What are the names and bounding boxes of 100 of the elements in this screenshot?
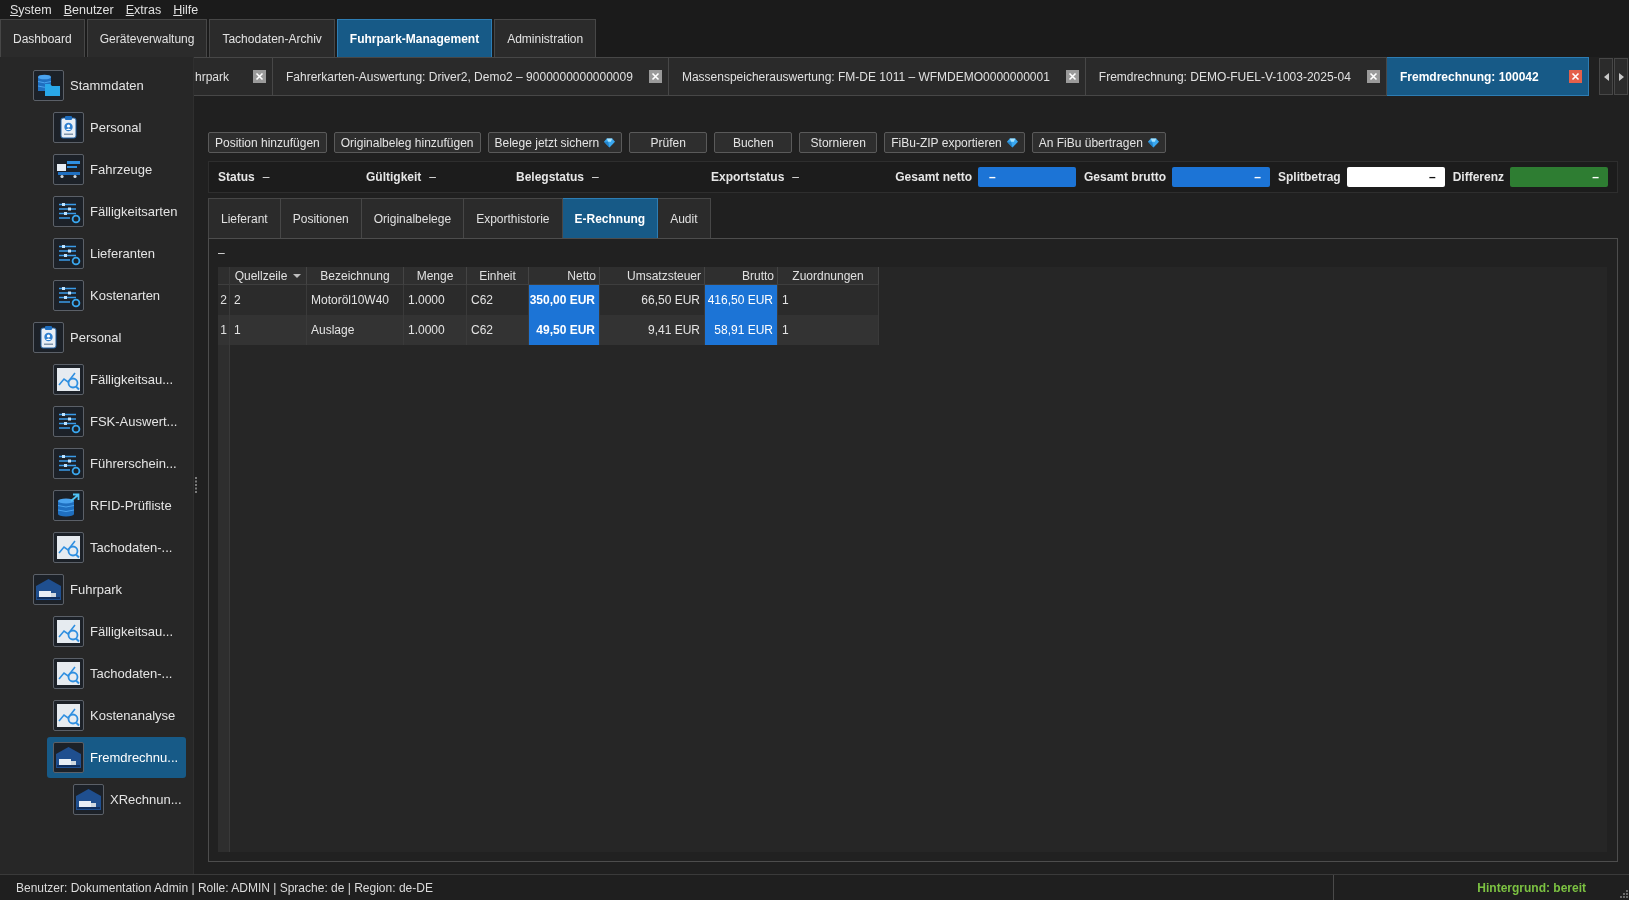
document-tab[interactable]: Fahrerkarten-Auswertung: Driver2, Demo2 – 9000000000000009	[273, 57, 669, 96]
sliders-list-icon	[53, 196, 84, 227]
scroll-tabs-left-button[interactable]	[1599, 58, 1613, 95]
close-icon[interactable]	[1568, 70, 1582, 83]
module-tab[interactable]: Dashboard	[0, 19, 85, 57]
status-value: –	[592, 170, 599, 184]
chart-magnifier-icon	[53, 532, 84, 563]
toolbar-button[interactable]: Belege jetzt sichern	[487, 132, 623, 153]
amount-field: –	[1346, 167, 1445, 187]
toolbar-button[interactable]: Position hinzufügen	[208, 132, 327, 153]
chart-magnifier-icon	[53, 616, 84, 647]
menu-item[interactable]: System	[4, 2, 58, 17]
table-cell: 1	[230, 315, 307, 345]
tree-item[interactable]: Tachodaten-...	[47, 527, 179, 568]
tree-item[interactable]: Tachodaten-...	[47, 653, 179, 694]
module-tab[interactable]: Tachodaten-Archiv	[209, 19, 335, 57]
garage-truck-icon	[73, 784, 104, 815]
background-status-text: Hintergrund: bereit	[1477, 880, 1586, 895]
total-label: Gesamt brutto	[1083, 170, 1166, 184]
status-label: Exportstatus	[711, 170, 785, 184]
detail-tab[interactable]: Originalbelege	[361, 198, 465, 238]
tree-item[interactable]: XRechnun...	[67, 779, 188, 820]
tree-item[interactable]: Kostenarten	[47, 275, 167, 316]
tree-item[interactable]: Fremdrechnu...	[47, 737, 186, 778]
tree-item[interactable]: Lieferanten	[47, 233, 162, 274]
tree-item[interactable]: Fälligkeitsarten	[47, 191, 184, 232]
tree-item[interactable]: FSK-Auswert...	[47, 401, 184, 442]
table-cell: 1	[778, 315, 879, 345]
amount-field: –	[1172, 167, 1270, 187]
document-tab[interactable]: Fremdrechnung: 100042	[1386, 57, 1589, 96]
document-tab[interactable]: hrpark	[194, 57, 273, 96]
database-folder-icon	[33, 70, 64, 101]
module-tab[interactable]: Geräteverwaltung	[86, 19, 208, 57]
status-label: Gültigkeit	[366, 170, 422, 184]
total-label: Differenz	[1452, 170, 1504, 184]
sort-descending-icon	[293, 273, 302, 278]
tree-item[interactable]: Führerschein...	[47, 443, 183, 484]
toolbar-button[interactable]: An FiBu übertragen	[1031, 132, 1166, 153]
total-label: Splitbetrag	[1278, 170, 1341, 184]
total-label: Gesamt netto	[895, 170, 972, 184]
status-label: Status	[218, 170, 255, 184]
table-cell: 416,50 EUR	[705, 285, 778, 315]
toolbar-button[interactable]: Originalbeleg hinzufügen	[333, 132, 481, 153]
close-icon[interactable]	[648, 70, 662, 83]
tree-item[interactable]: Fälligkeitsau...	[47, 359, 180, 400]
detail-tab[interactable]: Positionen	[280, 198, 362, 238]
caret-right-icon	[1618, 72, 1624, 81]
table-cell: 350,00 EUR	[529, 285, 600, 315]
menu-item[interactable]: Benutzer	[57, 2, 120, 17]
tree-item[interactable]: RFID-Prüfliste	[47, 485, 178, 526]
chart-magnifier-icon	[53, 364, 84, 395]
toolbar-button[interactable]: Stornieren	[799, 132, 878, 153]
tree-item[interactable]: Fahrzeuge	[47, 149, 159, 190]
menu-item[interactable]: Hilfe	[167, 2, 205, 17]
status-label: Belegstatus	[516, 170, 585, 184]
detail-tab[interactable]: E-Rechnung	[562, 198, 659, 238]
module-tab[interactable]: Administration	[494, 19, 597, 57]
status-value: –	[792, 170, 800, 184]
amount-field: –	[1510, 167, 1608, 187]
detail-tab[interactable]: Audit	[658, 198, 711, 238]
amount-field: –	[977, 167, 1076, 187]
document-tab[interactable]: Fremdrechnung: DEMO-FUEL-V-1003-2025-04	[1085, 57, 1387, 96]
scroll-tabs-right-button[interactable]	[1614, 58, 1628, 95]
toolbar-button[interactable]: Buchen	[714, 132, 793, 153]
detail-tab[interactable]: Exporthistorie	[464, 198, 563, 238]
status-value: –	[429, 170, 437, 184]
table-cell: Auslage	[307, 315, 404, 345]
id-badge-icon	[53, 112, 84, 143]
table-cell: 1.0000	[404, 315, 467, 345]
table-cell: 58,91 EUR	[705, 315, 778, 345]
table-cell: 49,50 EUR	[529, 315, 600, 345]
tree-item[interactable]: Stammdaten	[27, 65, 150, 106]
detail-tab[interactable]: Lieferant	[208, 198, 281, 238]
module-tab[interactable]: Fuhrpark-Management	[336, 19, 493, 57]
close-icon[interactable]	[1366, 70, 1380, 83]
toolbar-button[interactable]: FiBu-ZIP exportieren	[884, 132, 1025, 153]
caret-left-icon	[1603, 72, 1609, 81]
resize-grip-icon[interactable]	[1618, 888, 1628, 898]
menu-item[interactable]: Extras	[119, 2, 168, 17]
caption-text: –	[218, 245, 225, 262]
tree-item[interactable]: Personal	[47, 107, 148, 148]
row-number: 1	[218, 315, 229, 345]
id-badge-icon	[33, 322, 64, 353]
status-value: –	[262, 170, 270, 184]
garage-truck-icon	[53, 742, 84, 773]
tree-item[interactable]: Fuhrpark	[27, 569, 129, 610]
tree-item[interactable]: Personal	[27, 317, 128, 358]
sliders-list-icon	[53, 448, 84, 479]
garage-truck-icon	[33, 574, 64, 605]
chart-magnifier-icon	[53, 658, 84, 689]
session-info-text: Benutzer: Dokumentation Admin | Rolle: ADMIN | Sprache: de | Region: de-DE	[15, 880, 434, 895]
tree-item[interactable]: Kostenanalyse	[47, 695, 182, 736]
document-tab[interactable]: Massenspeicherauswertung: FM-DE 1011 – WFMDEMO0000000001	[668, 57, 1086, 96]
sliders-list-icon	[53, 238, 84, 269]
sliders-list-icon	[53, 406, 84, 437]
chart-magnifier-icon	[53, 700, 84, 731]
close-icon[interactable]	[1065, 70, 1079, 83]
sliders-list-icon	[53, 280, 84, 311]
tree-item[interactable]: Fälligkeitsau...	[47, 611, 180, 652]
toolbar-button[interactable]: Prüfen	[629, 132, 708, 153]
